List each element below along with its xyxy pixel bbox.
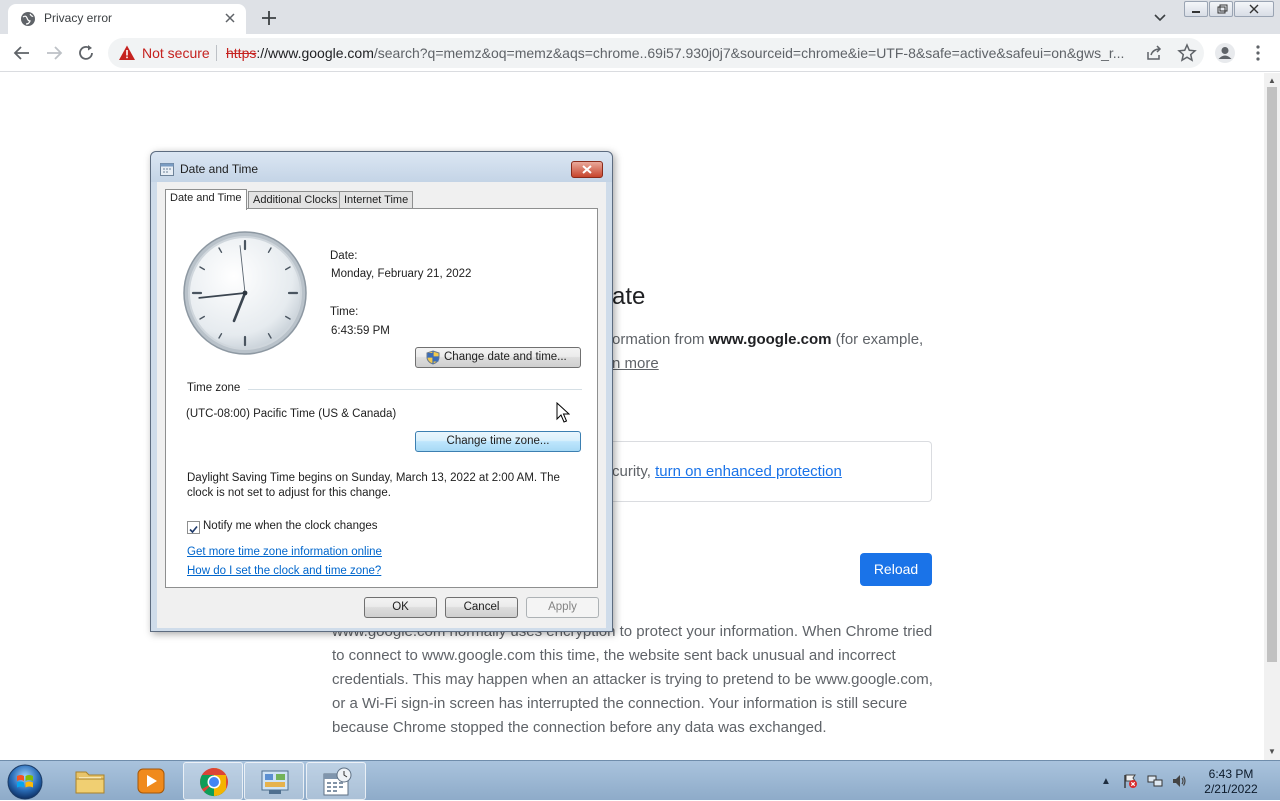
reload-button[interactable]: Reload <box>860 553 932 586</box>
dst-notice-line-1: Daylight Saving Time begins on Sunday, M… <box>187 472 560 484</box>
tab-internet-time[interactable]: Internet Time <box>339 191 414 209</box>
taskbar-explorer[interactable] <box>60 762 120 800</box>
back-arrow-icon[interactable] <box>11 42 33 64</box>
tab-date-and-time[interactable]: Date and Time <box>165 189 247 210</box>
change-date-time-button[interactable]: Change date and time... <box>415 347 581 368</box>
url-path: /search?q=memz&oq=memz&aqs=chrome..69i57… <box>373 45 1125 61</box>
date-label: Date: <box>330 250 358 262</box>
notify-label[interactable]: Notify me when the clock changes <box>203 520 378 532</box>
url-scheme: https <box>226 45 257 61</box>
show-hidden-icons-icon[interactable]: ▲ <box>1101 776 1111 787</box>
url-text[interactable]: https://www.google.com/search?q=memz&oq=… <box>226 45 1126 61</box>
time-zone-info-link[interactable]: Get more time zone information online <box>187 546 382 558</box>
action-center-flag-icon[interactable] <box>1122 773 1138 789</box>
apply-button[interactable]: Apply <box>526 597 599 618</box>
date-time-dialog: Date and Time Date and Time Additional C… <box>150 151 613 632</box>
learn-more-link[interactable]: n more <box>612 355 659 372</box>
taskbar-date-time[interactable] <box>306 762 366 800</box>
not-secure-label[interactable]: Not secure <box>142 45 210 61</box>
restore-button[interactable] <box>1209 1 1233 17</box>
close-icon[interactable] <box>222 10 238 26</box>
date-value: Monday, February 21, 2022 <box>331 268 472 280</box>
taskbar-media-player[interactable] <box>121 762 181 800</box>
restore-icon <box>1217 4 1228 14</box>
taskbar-control-panel[interactable] <box>244 762 304 800</box>
window-close-button[interactable] <box>1234 1 1274 17</box>
star-icon[interactable] <box>1177 43 1197 63</box>
address-bar[interactable]: Not secure https://www.google.com/search… <box>108 38 1204 68</box>
tab-privacy-error[interactable]: Privacy error <box>8 4 246 34</box>
browser-toolbar: Not secure https://www.google.com/search… <box>0 34 1280 72</box>
enhanced-protection-text: curity, turn on enhanced protection <box>612 463 842 480</box>
dialog-close-button[interactable] <box>571 161 603 178</box>
calendar-clock-icon <box>323 767 352 796</box>
time-zone-value: (UTC-08:00) Pacific Time (US & Canada) <box>186 408 397 420</box>
page-heading-fragment: ate <box>612 283 646 310</box>
tab-additional-clocks[interactable]: Additional Clocks <box>248 191 343 209</box>
url-host: ://www.google.com <box>256 45 374 61</box>
notify-checkbox[interactable] <box>187 521 200 534</box>
change-time-zone-button[interactable]: Change time zone... <box>415 431 581 452</box>
time-value: 6:43:59 PM <box>331 325 390 337</box>
system-date: 2/21/2022 <box>1204 782 1258 796</box>
media-player-icon <box>137 768 165 794</box>
network-icon[interactable] <box>1147 773 1163 789</box>
start-orb-icon[interactable] <box>6 763 44 801</box>
volume-icon[interactable] <box>1171 773 1187 789</box>
forward-arrow-icon[interactable] <box>43 42 65 64</box>
share-icon[interactable] <box>1145 44 1163 62</box>
cancel-button[interactable]: Cancel <box>445 597 518 618</box>
globe-icon <box>21 12 35 26</box>
close-icon <box>582 165 592 174</box>
omnibox-divider <box>216 45 217 61</box>
intro-text-end: (for example, <box>831 331 924 348</box>
time-zone-heading: Time zone <box>187 382 241 394</box>
control-panel-icon <box>261 770 289 794</box>
ok-button[interactable]: OK <box>364 597 437 618</box>
time-label: Time: <box>330 306 359 318</box>
uac-shield-icon <box>426 350 440 365</box>
mouse-cursor-icon <box>556 402 570 423</box>
checkmark-icon <box>189 525 198 534</box>
dialog-title: Date and Time <box>180 162 259 176</box>
change-date-time-label: Change date and time... <box>444 351 567 363</box>
new-tab-icon[interactable] <box>258 7 280 29</box>
taskbar: ▲ 6:43 PM 2/21/2022 <box>0 760 1280 800</box>
scroll-up-arrow-icon[interactable]: ▲ <box>1268 76 1276 85</box>
details-paragraph: www.google.com normally uses encryption … <box>332 623 933 736</box>
chrome-icon <box>200 768 228 797</box>
folder-icon <box>75 771 105 794</box>
minimize-icon <box>1192 11 1200 13</box>
dst-notice-line-2: clock is not set to adjust for this chan… <box>187 487 391 499</box>
enhanced-protection-prefix: curity, <box>612 463 656 480</box>
dialog-titlebar[interactable]: Date and Time <box>151 152 612 182</box>
analog-clock <box>183 231 307 355</box>
warning-icon[interactable] <box>118 44 136 62</box>
profile-avatar-icon[interactable] <box>1214 42 1236 64</box>
tab-strip: Privacy error <box>0 0 1280 34</box>
scroll-thumb[interactable] <box>1267 87 1277 662</box>
reload-icon[interactable] <box>75 42 97 64</box>
taskbar-chrome[interactable] <box>183 762 243 800</box>
dialog-body: Date and Time Additional Clocks Internet… <box>157 182 606 628</box>
chevron-down-icon[interactable] <box>1150 7 1170 27</box>
system-clock[interactable]: 6:43 PM 2/21/2022 <box>1196 767 1266 797</box>
time-zone-divider <box>248 389 582 390</box>
intro-paragraph: ormation from www.google.com (for exampl… <box>612 328 942 376</box>
date-and-time-panel: Date: Monday, February 21, 2022 Time: 6:… <box>165 208 598 588</box>
kebab-menu-icon[interactable] <box>1247 42 1269 64</box>
date-time-icon <box>160 163 174 176</box>
tab-title: Privacy error <box>44 11 113 25</box>
intro-host: www.google.com <box>708 331 832 348</box>
intro-text-start: ormation from <box>612 331 709 348</box>
how-to-set-clock-link[interactable]: How do I set the clock and time zone? <box>187 565 381 577</box>
enhanced-protection-link[interactable]: turn on enhanced protection <box>655 463 842 480</box>
minimize-button[interactable] <box>1184 1 1208 17</box>
system-time: 6:43 PM <box>1208 767 1254 781</box>
vertical-scrollbar[interactable]: ▲ ▼ <box>1264 73 1280 760</box>
close-icon <box>1249 4 1259 14</box>
scroll-down-arrow-icon[interactable]: ▼ <box>1268 747 1276 756</box>
